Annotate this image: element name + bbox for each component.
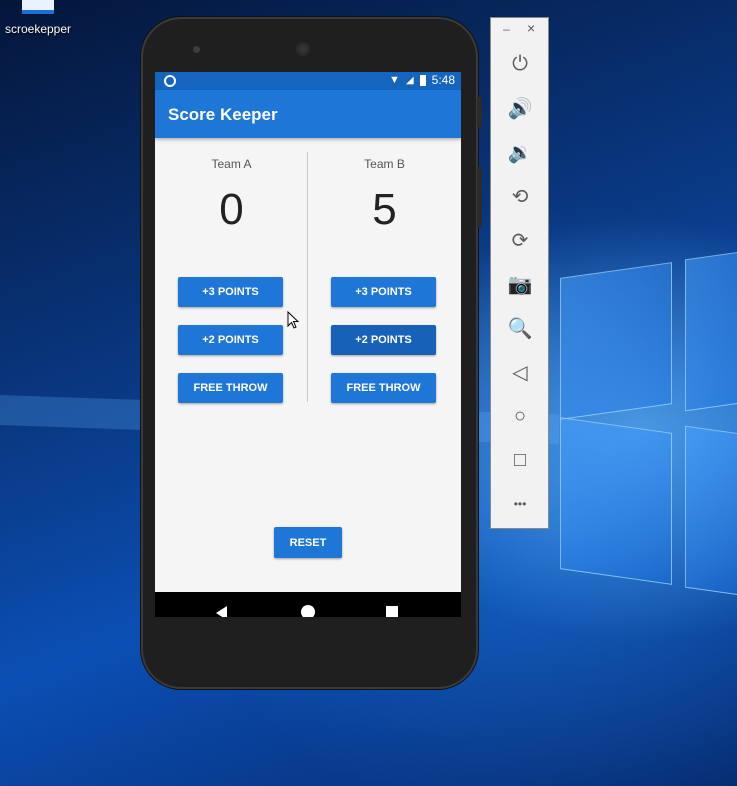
app-shortcut-icon — [22, 0, 54, 14]
app-title: Score Keeper — [168, 105, 278, 124]
volume-side-button — [477, 167, 482, 227]
home-icon[interactable] — [301, 605, 315, 617]
team-a-name: Team A — [211, 157, 252, 171]
team-b-free-throw-button[interactable]: FREE THROW — [331, 373, 436, 403]
toolbar-window-controls: – × — [491, 18, 548, 42]
minimize-icon[interactable]: – — [503, 22, 510, 36]
earpiece-speaker — [296, 42, 310, 56]
power-icon[interactable]: ⏻ — [504, 48, 536, 80]
signal-icon: ◢ — [405, 74, 414, 86]
team-b-plus-3-button[interactable]: +3 POINTS — [331, 277, 436, 307]
overview-icon[interactable]: □ — [504, 444, 536, 476]
status-bar: ▼ ◢ 5:48 — [155, 72, 461, 90]
volume-down-icon[interactable]: 🔉 — [504, 136, 536, 168]
desktop-shortcut[interactable]: scroekepper — [4, 0, 72, 36]
team-a-plus-2-button[interactable]: +2 POINTS — [178, 325, 283, 355]
team-a-column: Team A 0 +3 POINTS +2 POINTS FREE THROW — [155, 138, 308, 538]
home-icon[interactable]: ○ — [504, 400, 536, 432]
device-screen: ▼ ◢ 5:48 Score Keeper Team A 0 +3 POINTS… — [155, 72, 461, 617]
rotate-right-icon[interactable]: ⟳ — [504, 224, 536, 256]
team-b-plus-2-button[interactable]: +2 POINTS — [331, 325, 436, 355]
recents-icon[interactable] — [386, 606, 398, 617]
battery-icon — [419, 74, 426, 86]
front-camera — [193, 46, 200, 53]
team-a-free-throw-button[interactable]: FREE THROW — [178, 373, 283, 403]
team-a-plus-3-button[interactable]: +3 POINTS — [178, 277, 283, 307]
mouse-cursor-icon — [287, 311, 299, 329]
zoom-icon[interactable]: 🔍 — [504, 312, 536, 344]
team-a-score: 0 — [219, 185, 244, 234]
back-icon[interactable] — [216, 606, 227, 617]
more-icon[interactable]: ••• — [504, 488, 536, 520]
reset-button[interactable]: RESET — [274, 527, 342, 558]
team-b-column: Team B 5 +3 POINTS +2 POINTS FREE THROW — [308, 138, 461, 538]
desktop-shortcut-label: scroekepper — [4, 22, 72, 36]
navigation-bar — [155, 592, 461, 617]
emulator-device: ▼ ◢ 5:48 Score Keeper Team A 0 +3 POINTS… — [141, 17, 482, 689]
status-time: 5:48 — [431, 73, 455, 87]
app-bar: Score Keeper — [155, 90, 461, 138]
camera-icon[interactable]: 📷 — [504, 268, 536, 300]
team-b-name: Team B — [364, 157, 405, 171]
back-icon[interactable]: ◁ — [504, 356, 536, 388]
rotate-left-icon[interactable]: ⟲ — [504, 180, 536, 212]
close-icon[interactable]: × — [527, 20, 535, 36]
team-b-score: 5 — [372, 185, 397, 234]
notification-icon — [164, 75, 176, 87]
emulator-toolbar: – × ⏻ 🔊 🔉 ⟲ ⟳ 📷 🔍 ◁ ○ □ ••• — [490, 17, 549, 529]
volume-up-icon[interactable]: 🔊 — [504, 92, 536, 124]
power-side-button — [477, 97, 482, 127]
wifi-icon: ▼ — [389, 74, 400, 86]
